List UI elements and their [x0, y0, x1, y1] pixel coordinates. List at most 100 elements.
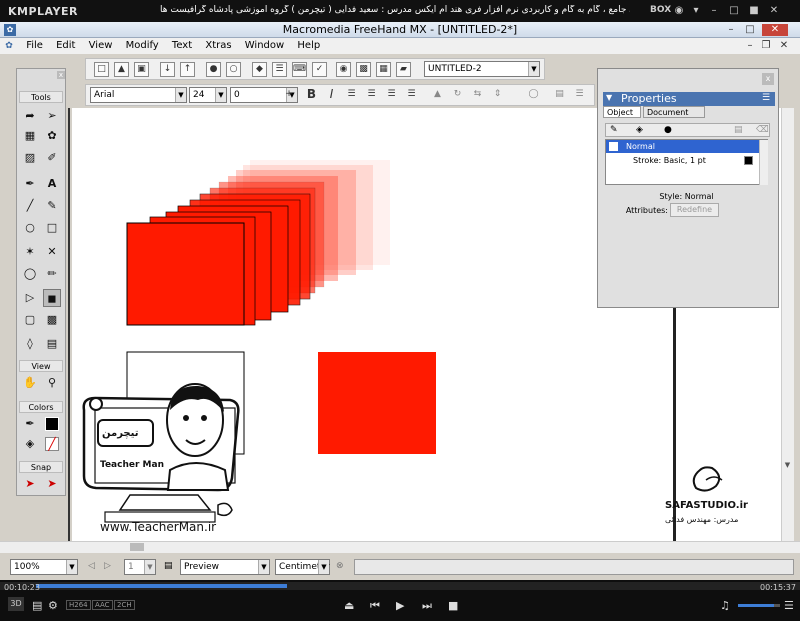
zoom-select[interactable]: 100% ▼ [10, 559, 78, 575]
eraser-tool-icon[interactable]: ◯ [21, 265, 39, 283]
page-value: 1 [128, 562, 134, 572]
pen-tool-icon[interactable]: ✒ [21, 175, 39, 193]
collapse-arrow-icon[interactable]: ▼ [606, 93, 612, 102]
attributes-label: Attributes: [625, 206, 668, 215]
prev-page-icon[interactable]: ◁ [88, 561, 95, 571]
stroke-color-swatch[interactable] [45, 417, 59, 431]
scroll-thumb[interactable] [130, 543, 144, 551]
snap-to-guide-icon[interactable]: ➤ [43, 475, 61, 493]
eyedropper-tool-icon[interactable]: ✐ [43, 149, 61, 167]
previous-icon[interactable]: ⏮ [370, 599, 380, 613]
chevron-down-icon[interactable]: ▼ [144, 560, 155, 574]
chevron-down-icon[interactable]: ▼ [318, 560, 329, 574]
equalizer-icon[interactable]: ☰ [784, 599, 794, 612]
eject-icon[interactable]: ⏏ [344, 599, 354, 612]
vertical-scrollbar[interactable] [781, 108, 794, 542]
time-elapsed: 00:10:23 [4, 583, 40, 592]
audio-badge: AAC [92, 600, 113, 610]
3d-icon[interactable]: 3D [8, 597, 24, 611]
panel-options-icon[interactable]: ☰ [762, 93, 770, 103]
ellipse-tool-icon[interactable]: ○ [21, 219, 39, 237]
stroke-color-icon[interactable]: ✒ [21, 415, 39, 433]
zoom-value: 100% [14, 562, 40, 572]
line-tool-icon[interactable]: ╱ [21, 197, 39, 215]
properties-close-icon[interactable]: x [762, 73, 774, 85]
tools-section-title: Tools [19, 91, 63, 103]
cancel-render-icon[interactable]: ⊗ [336, 561, 344, 571]
studio-name: SAFASTUDIO.ir [665, 500, 748, 511]
studio-caption: مدرس: مهندس فدائی [665, 515, 739, 524]
volume-icon[interactable]: ♫ [720, 599, 730, 612]
snap-section-title: Snap [19, 461, 63, 473]
snap-to-point-icon[interactable]: ➤ [21, 475, 39, 493]
properties-title[interactable]: Properties [603, 92, 775, 106]
colors-section-title: Colors [19, 401, 63, 413]
blend-tool-icon[interactable]: ▷ [21, 289, 39, 307]
scale-tool-icon[interactable]: ▨ [21, 149, 39, 167]
play-icon[interactable]: ▶ [396, 599, 404, 612]
fill-color-icon[interactable]: ◈ [21, 435, 39, 453]
list-item-stroke[interactable]: Stroke: Basic, 1 pt [606, 154, 767, 167]
channel-badge: 2CH [114, 600, 135, 610]
codec-badge: H264 [66, 600, 91, 610]
stroke-swatch[interactable] [744, 156, 753, 165]
view-section-title: View [19, 360, 63, 372]
pointer-tool-icon[interactable]: ➦ [21, 107, 39, 125]
graphic-hose-icon[interactable]: ▩ [43, 311, 61, 329]
properties-toolbar: ✎ ◈ ● ▤ ⌫ [605, 123, 770, 137]
blend-front-rect[interactable] [126, 222, 245, 326]
volume-level [738, 604, 774, 607]
next-page-icon[interactable]: ▷ [104, 561, 111, 571]
duplicate-icon[interactable]: ▤ [734, 125, 743, 135]
brush-tool-icon[interactable]: ✏ [43, 265, 61, 283]
playlist-icon[interactable]: ▤ [32, 599, 42, 612]
seek-progress [36, 584, 287, 588]
stop-icon[interactable]: ■ [448, 599, 458, 612]
page-tool-icon[interactable]: ▦ [21, 127, 39, 145]
style-text: Style: Normal [659, 192, 714, 201]
blend-trail [126, 160, 390, 326]
lasso-tool-icon[interactable]: ✿ [43, 127, 61, 145]
rectangle-tool-icon[interactable]: □ [43, 219, 61, 237]
chevron-down-icon[interactable]: ▼ [66, 560, 77, 574]
chevron-down-icon[interactable]: ▼ [258, 560, 269, 574]
add-effect-icon[interactable]: ● [664, 125, 672, 135]
hand-tool-icon[interactable]: ✋ [21, 374, 39, 392]
redefine-button[interactable]: Redefine [670, 203, 719, 217]
envelope-tool-icon[interactable]: ▢ [21, 311, 39, 329]
watermark-brand: Teacher Man [100, 460, 164, 470]
freeform-tool-icon[interactable]: ✶ [21, 243, 39, 261]
settings-icon[interactable]: ⚙ [48, 599, 58, 612]
connector-tool-icon[interactable]: ▤ [43, 335, 61, 353]
red-rect[interactable] [318, 352, 436, 454]
zoom-tool-icon[interactable]: ⚲ [43, 374, 61, 392]
list-scrollbar[interactable] [759, 140, 768, 185]
object-icon [609, 142, 618, 151]
horizontal-scrollbar[interactable] [0, 541, 800, 553]
tools-close-icon[interactable]: x [57, 71, 65, 79]
tab-object[interactable]: Object [603, 106, 641, 118]
units-select[interactable]: Centimeter ▼ [275, 559, 330, 575]
list-item-normal[interactable]: Normal [606, 140, 767, 153]
teacherman-logo [82, 383, 240, 523]
preview-select[interactable]: Preview ▼ [180, 559, 270, 575]
tools-panel: x Tools ➦ ➢ ▦ ✿ ▨ ✐ ✒ A ╱ ✎ ○ □ ✶ ✕ ◯ ✏ … [16, 68, 66, 496]
safastudio-logo [692, 466, 723, 492]
perspective-tool-icon[interactable]: ◊ [21, 335, 39, 353]
next-icon[interactable]: ⏭ [422, 599, 432, 613]
text-tool-icon[interactable]: A [43, 175, 61, 193]
trash-icon[interactable]: ⌫ [756, 125, 769, 135]
properties-tabs: Object Document [603, 106, 775, 118]
tab-document[interactable]: Document [643, 106, 705, 118]
page-icon[interactable]: ▤ [164, 561, 173, 571]
scroll-down-icon[interactable]: ▼ [783, 461, 792, 471]
pencil-tool-icon[interactable]: ✎ [43, 197, 61, 215]
knife-tool-icon[interactable]: ✕ [43, 243, 61, 261]
page-select[interactable]: 1 ▼ [124, 559, 156, 575]
add-fill-icon[interactable]: ◈ [636, 125, 643, 135]
fill-none-swatch[interactable]: ╱ [45, 437, 59, 451]
shadow-tool-icon[interactable]: ◼ [43, 289, 61, 307]
subselect-tool-icon[interactable]: ➢ [43, 107, 61, 125]
add-stroke-icon[interactable]: ✎ [610, 125, 618, 135]
status-bar: 100% ▼ ◁ ▷ 1 ▼ ▤ Preview ▼ Centimeter ▼ … [0, 553, 800, 580]
